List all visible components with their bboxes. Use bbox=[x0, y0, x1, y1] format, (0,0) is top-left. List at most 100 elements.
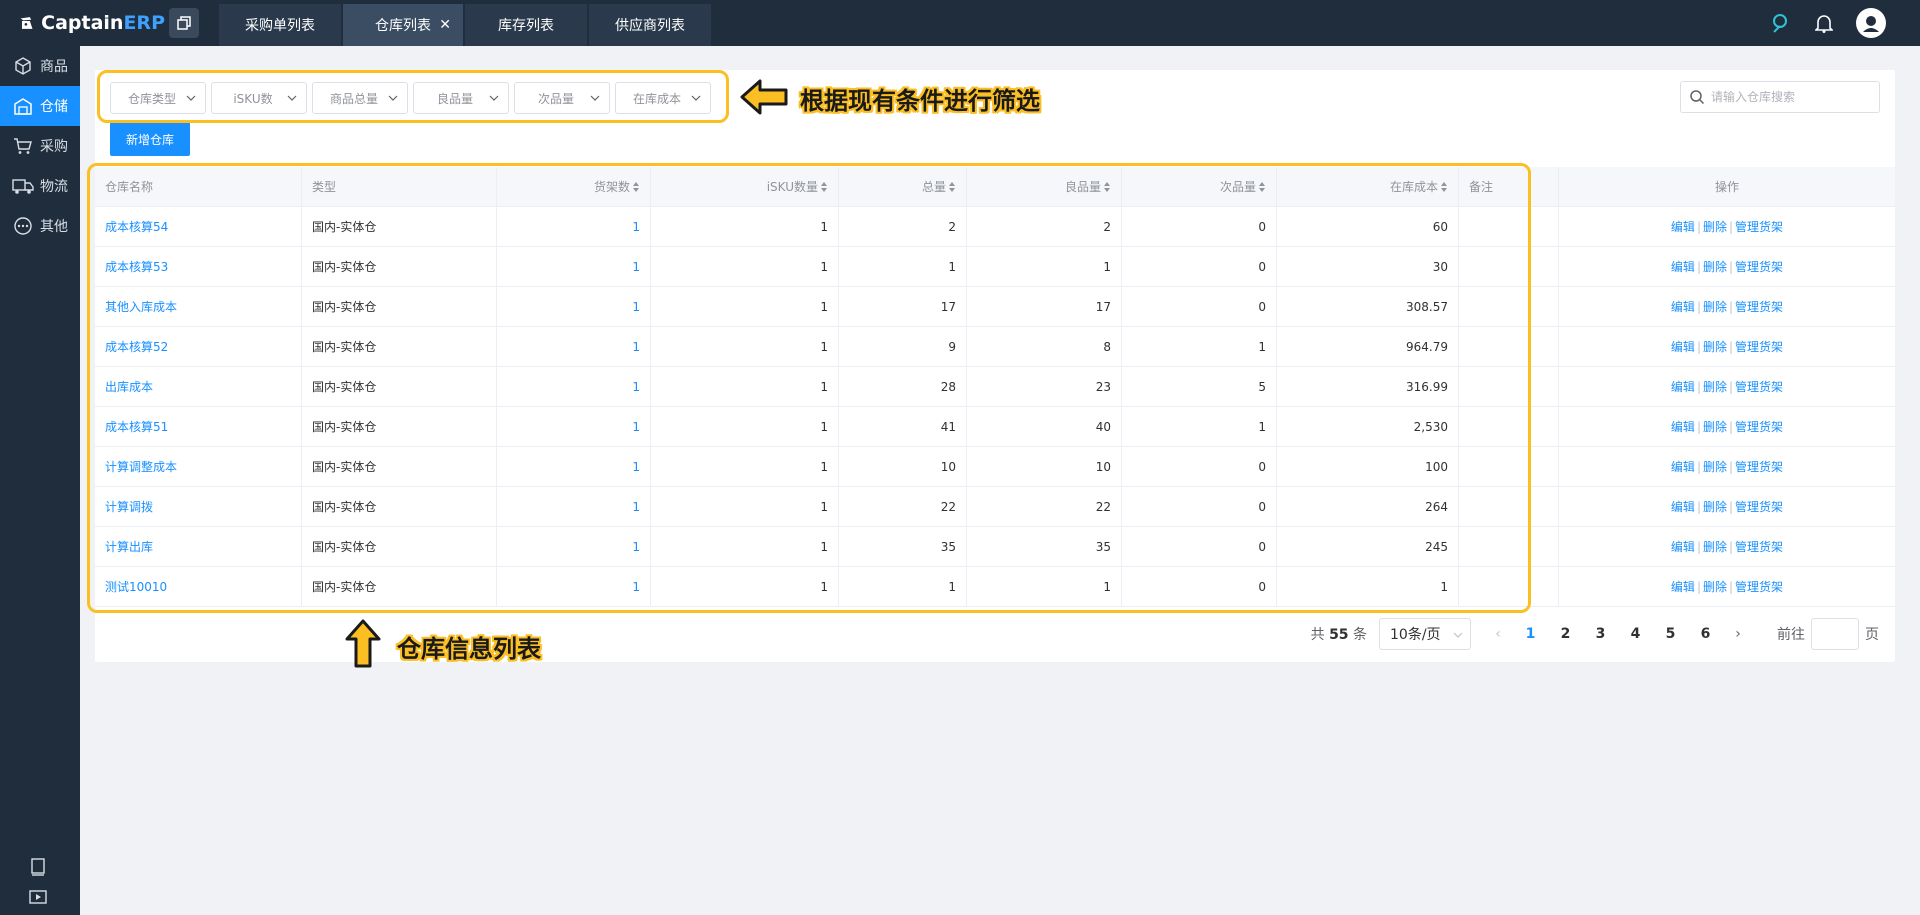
separator: | bbox=[1696, 339, 1701, 354]
table-annotation-text: 仓库信息列表 bbox=[397, 635, 541, 663]
delete-link[interactable]: 删除 bbox=[1703, 338, 1727, 355]
edit-link[interactable]: 编辑 bbox=[1671, 378, 1695, 395]
edit-link[interactable]: 编辑 bbox=[1671, 418, 1695, 435]
total-prefix: 共 bbox=[1310, 627, 1325, 643]
page-button-1[interactable]: 1 bbox=[1513, 626, 1548, 642]
prev-page-button[interactable]: ‹ bbox=[1483, 626, 1513, 642]
close-icon[interactable]: ✕ bbox=[439, 17, 451, 33]
manage-shelves-link[interactable]: 管理货架 bbox=[1735, 338, 1783, 355]
sidebar-item-label: 仓储 bbox=[40, 99, 68, 115]
tab-label: 供应商列表 bbox=[615, 18, 685, 34]
page-button-5[interactable]: 5 bbox=[1653, 626, 1688, 642]
manage-shelves-link[interactable]: 管理货架 bbox=[1735, 578, 1783, 595]
manage-shelves-link[interactable]: 管理货架 bbox=[1735, 378, 1783, 395]
sidebar-item-logistics[interactable]: 物流 bbox=[0, 166, 80, 206]
support-icon[interactable] bbox=[1768, 11, 1792, 35]
sidebar-item-other[interactable]: 其他 bbox=[0, 206, 80, 246]
video-icon[interactable] bbox=[28, 887, 50, 909]
page-size-select[interactable]: 10条/页 bbox=[1379, 618, 1471, 650]
sidebar-item-purchase[interactable]: 采购 bbox=[0, 126, 80, 166]
window-toggle-button[interactable] bbox=[169, 8, 199, 38]
cart-icon bbox=[12, 135, 34, 157]
separator: | bbox=[1729, 379, 1734, 394]
delete-link[interactable]: 删除 bbox=[1703, 418, 1727, 435]
cube-icon bbox=[12, 55, 34, 77]
separator: | bbox=[1729, 459, 1734, 474]
sidebar-item-label: 其他 bbox=[40, 219, 68, 235]
manage-shelves-link[interactable]: 管理货架 bbox=[1735, 418, 1783, 435]
tab-suppliers[interactable]: 供应商列表 bbox=[589, 4, 711, 46]
copy-icon bbox=[177, 16, 191, 30]
brand-captain: Captain bbox=[41, 12, 124, 34]
app-logo[interactable]: Captain ERP bbox=[0, 0, 165, 46]
edit-link[interactable]: 编辑 bbox=[1671, 338, 1695, 355]
tab-warehouses[interactable]: 仓库列表 ✕ bbox=[343, 4, 463, 46]
cell-actions: 编辑 | 删除 | 管理货架 bbox=[1559, 447, 1895, 486]
edit-link[interactable]: 编辑 bbox=[1671, 258, 1695, 275]
sidebar-item-products[interactable]: 商品 bbox=[0, 46, 80, 86]
page-button-4[interactable]: 4 bbox=[1618, 626, 1653, 642]
manage-shelves-link[interactable]: 管理货架 bbox=[1735, 538, 1783, 555]
top-bar: Captain ERP 采购单列表 仓库列表 ✕ 库存列表 供应商列表 bbox=[0, 0, 1920, 46]
manage-shelves-link[interactable]: 管理货架 bbox=[1735, 498, 1783, 515]
separator: | bbox=[1696, 259, 1701, 274]
next-page-button[interactable]: › bbox=[1723, 626, 1753, 642]
page-button-2[interactable]: 2 bbox=[1548, 626, 1583, 642]
brand-erp: ERP bbox=[123, 12, 165, 34]
page-suffix: 页 bbox=[1865, 627, 1879, 643]
search-input[interactable] bbox=[1711, 90, 1871, 104]
delete-link[interactable]: 删除 bbox=[1703, 578, 1727, 595]
arrow-up-icon bbox=[345, 619, 381, 668]
add-warehouse-button[interactable]: 新增仓库 bbox=[110, 122, 190, 156]
tab-label: 仓库列表 bbox=[375, 18, 431, 34]
delete-link[interactable]: 删除 bbox=[1703, 218, 1727, 235]
separator: | bbox=[1729, 259, 1734, 274]
manage-shelves-link[interactable]: 管理货架 bbox=[1735, 298, 1783, 315]
chevron-down-icon bbox=[1453, 632, 1463, 638]
edit-link[interactable]: 编辑 bbox=[1671, 538, 1695, 555]
cell-actions: 编辑 | 删除 | 管理货架 bbox=[1559, 527, 1895, 566]
separator: | bbox=[1696, 419, 1701, 434]
manage-shelves-link[interactable]: 管理货架 bbox=[1735, 218, 1783, 235]
delete-link[interactable]: 删除 bbox=[1703, 298, 1727, 315]
separator: | bbox=[1696, 499, 1701, 514]
separator: | bbox=[1696, 219, 1701, 234]
delete-link[interactable]: 删除 bbox=[1703, 498, 1727, 515]
delete-link[interactable]: 删除 bbox=[1703, 538, 1727, 555]
separator: | bbox=[1729, 499, 1734, 514]
total-number: 55 bbox=[1329, 627, 1349, 643]
separator: | bbox=[1696, 379, 1701, 394]
separator: | bbox=[1729, 339, 1734, 354]
sidebar-item-label: 商品 bbox=[40, 59, 68, 75]
col-header-actions: 操作 bbox=[1559, 167, 1895, 206]
logo-icon bbox=[20, 17, 33, 29]
tab-inventory[interactable]: 库存列表 bbox=[465, 4, 587, 46]
pagination: 共 55 条 10条/页 ‹ 1 2 3 4 5 6 › 前往 页 bbox=[1311, 618, 1879, 650]
avatar[interactable] bbox=[1856, 8, 1886, 38]
book-icon[interactable] bbox=[28, 857, 50, 879]
page-button-3[interactable]: 3 bbox=[1583, 626, 1618, 642]
page-size-value: 10条/页 bbox=[1390, 627, 1441, 643]
manage-shelves-link[interactable]: 管理货架 bbox=[1735, 458, 1783, 475]
edit-link[interactable]: 编辑 bbox=[1671, 218, 1695, 235]
separator: | bbox=[1696, 579, 1701, 594]
sidebar-item-warehouse[interactable]: 仓储 bbox=[0, 86, 80, 126]
edit-link[interactable]: 编辑 bbox=[1671, 458, 1695, 475]
sidebar-footer bbox=[28, 849, 50, 909]
edit-link[interactable]: 编辑 bbox=[1671, 498, 1695, 515]
delete-link[interactable]: 删除 bbox=[1703, 258, 1727, 275]
truck-icon bbox=[12, 175, 34, 197]
cell-actions: 编辑 | 删除 | 管理货架 bbox=[1559, 487, 1895, 526]
tab-purchase-orders[interactable]: 采购单列表 bbox=[219, 4, 341, 46]
edit-link[interactable]: 编辑 bbox=[1671, 578, 1695, 595]
tab-label: 库存列表 bbox=[498, 18, 554, 34]
bell-icon[interactable] bbox=[1812, 11, 1836, 35]
manage-shelves-link[interactable]: 管理货架 bbox=[1735, 258, 1783, 275]
delete-link[interactable]: 删除 bbox=[1703, 458, 1727, 475]
delete-link[interactable]: 删除 bbox=[1703, 378, 1727, 395]
page-button-6[interactable]: 6 bbox=[1688, 626, 1723, 642]
edit-link[interactable]: 编辑 bbox=[1671, 298, 1695, 315]
goto-page-input[interactable] bbox=[1811, 618, 1859, 650]
tab-label: 采购单列表 bbox=[245, 18, 315, 34]
more-icon bbox=[12, 215, 34, 237]
